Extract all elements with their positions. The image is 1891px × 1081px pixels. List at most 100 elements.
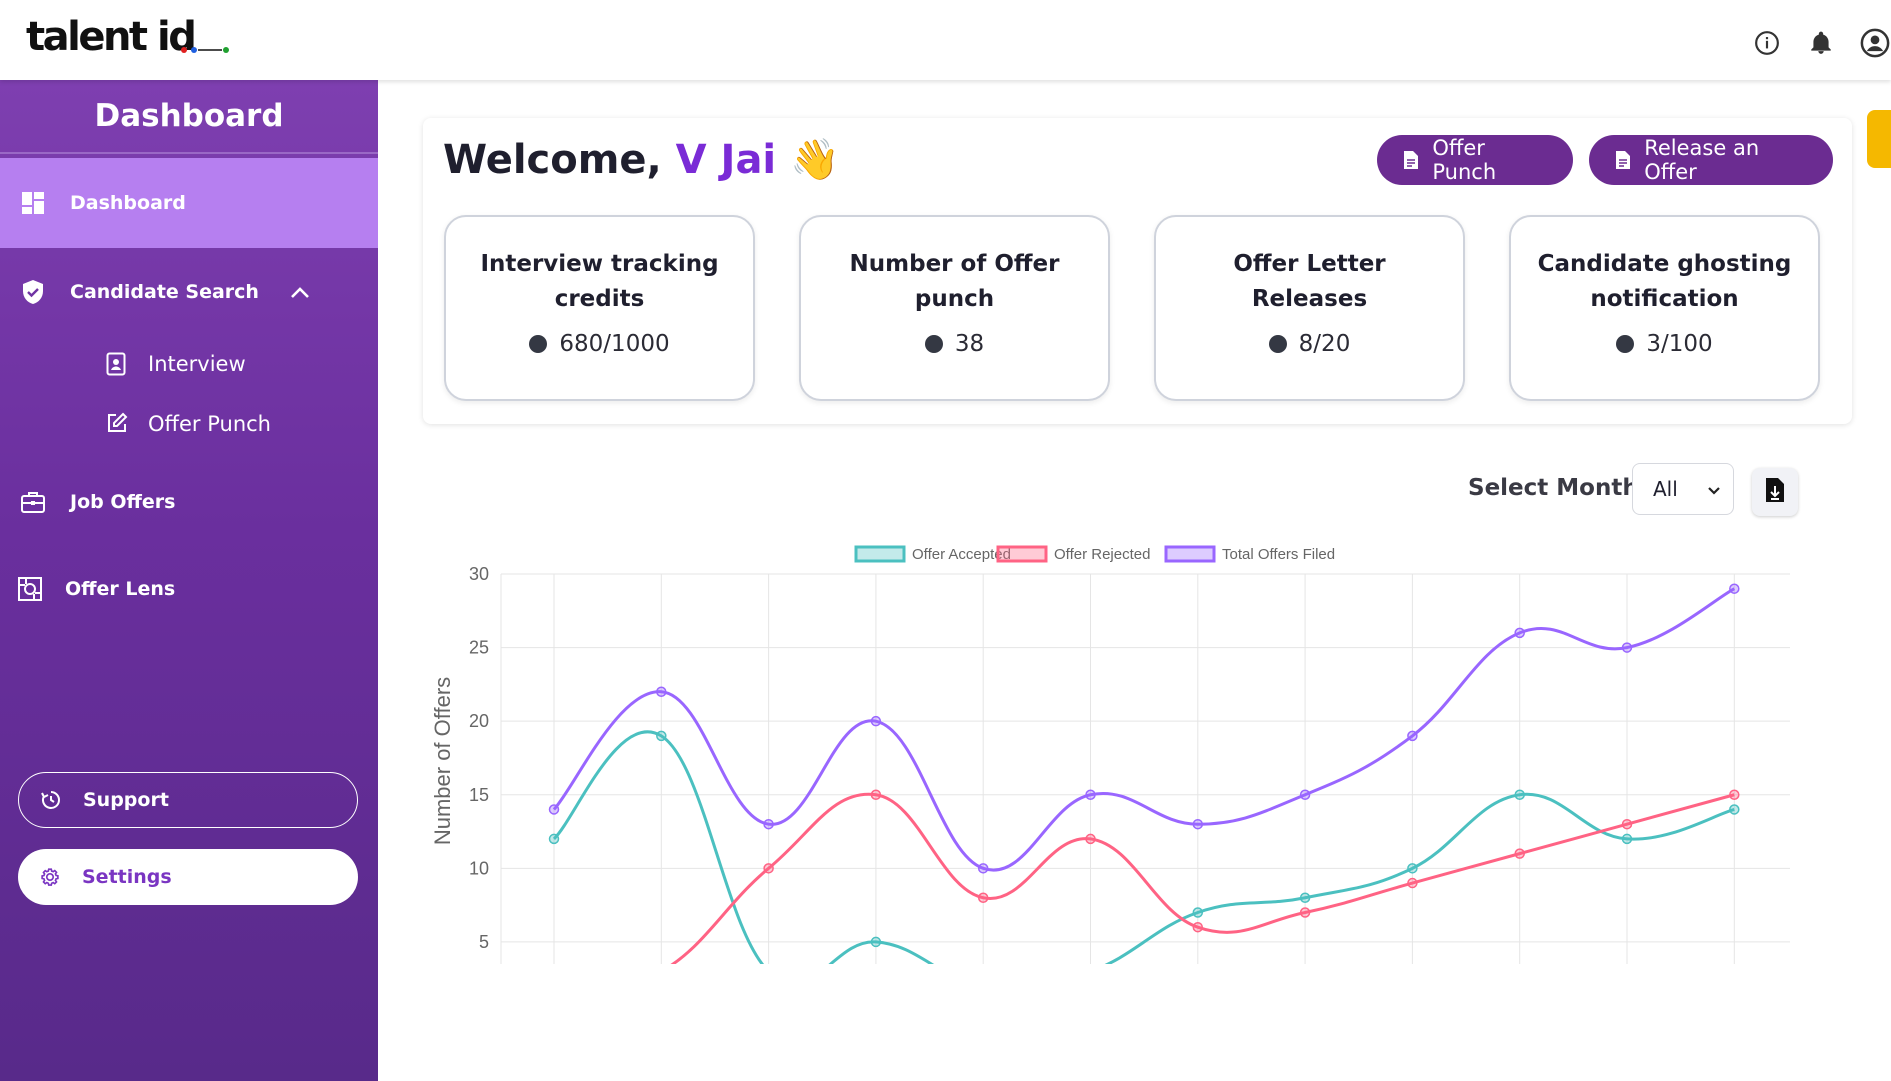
data-point bbox=[1729, 583, 1740, 594]
data-point bbox=[657, 967, 666, 976]
document-icon bbox=[1403, 150, 1420, 170]
info-icon[interactable] bbox=[1751, 27, 1783, 59]
dashboard-grid-icon bbox=[20, 190, 46, 216]
data-point bbox=[548, 833, 560, 845]
stat-card-interview-credits: Interview tracking credits 680/1000 bbox=[444, 215, 755, 401]
feedback-tab[interactable] bbox=[1867, 110, 1891, 168]
legend-swatch bbox=[854, 545, 906, 563]
data-point bbox=[1192, 907, 1204, 918]
data-point bbox=[1299, 892, 1311, 904]
month-select-value: All bbox=[1653, 477, 1678, 501]
data-point bbox=[656, 686, 667, 697]
stat-label: Number of Offer punch bbox=[849, 251, 1060, 312]
data-point bbox=[1621, 833, 1633, 845]
sidebar-item-label: Job Offers bbox=[70, 491, 176, 513]
bullet-icon bbox=[529, 335, 548, 353]
offer-punch-label: Offer Punch bbox=[1432, 136, 1497, 184]
data-point bbox=[1407, 877, 1418, 889]
logo-dots-icon bbox=[181, 47, 229, 53]
legend-swatch bbox=[996, 545, 1048, 563]
sidebar-subitem-interview[interactable]: Interview bbox=[106, 352, 246, 376]
download-button[interactable] bbox=[1752, 468, 1798, 516]
sidebar-subitem-offer-punch[interactable]: Offer Punch bbox=[106, 412, 271, 436]
legend-swatch bbox=[1164, 545, 1216, 563]
gear-icon bbox=[38, 865, 62, 889]
top-bar: talent id bbox=[0, 0, 1891, 80]
data-point bbox=[1192, 921, 1204, 933]
y-tick-label: 30 bbox=[469, 564, 489, 584]
series-line-1 bbox=[670, 792, 1735, 964]
lens-icon bbox=[17, 576, 43, 602]
settings-button[interactable]: Settings bbox=[18, 849, 358, 905]
legend-label: Total Offers Filed bbox=[1222, 546, 1335, 563]
welcome-greeting: Welcome, bbox=[443, 137, 662, 183]
stat-value: 38 bbox=[801, 331, 1108, 357]
series-line-0 bbox=[552, 730, 1735, 964]
data-point bbox=[763, 818, 774, 830]
bell-icon[interactable] bbox=[1805, 27, 1837, 59]
release-offer-button[interactable]: Release an Offer bbox=[1589, 135, 1833, 185]
sidebar-title: Dashboard bbox=[0, 80, 378, 154]
chevron-up-icon[interactable] bbox=[290, 282, 310, 304]
data-point bbox=[870, 936, 882, 948]
stat-value-text: 3/100 bbox=[1646, 331, 1713, 357]
y-tick-label: 20 bbox=[469, 711, 489, 731]
bullet-icon bbox=[924, 335, 943, 353]
stat-value: 3/100 bbox=[1511, 331, 1818, 357]
sidebar-item-label: Offer Lens bbox=[65, 578, 176, 600]
data-point bbox=[977, 863, 989, 874]
data-point bbox=[1085, 833, 1096, 845]
month-select[interactable]: All bbox=[1632, 463, 1734, 515]
data-point bbox=[1729, 789, 1740, 801]
sidebar-subitem-label: Interview bbox=[148, 352, 246, 376]
data-point bbox=[656, 730, 667, 742]
topbar-icons bbox=[1751, 26, 1891, 60]
data-point bbox=[1514, 789, 1525, 801]
y-tick-label: 5 bbox=[479, 932, 489, 952]
user-account-icon[interactable] bbox=[1859, 27, 1891, 59]
briefcase-icon bbox=[20, 489, 46, 515]
data-point bbox=[870, 789, 882, 801]
data-point bbox=[1299, 907, 1311, 918]
bullet-icon bbox=[1616, 335, 1635, 353]
release-offer-label: Release an Offer bbox=[1644, 136, 1760, 184]
sidebar-item-offer-lens[interactable]: Offer Lens bbox=[0, 569, 378, 609]
welcome-heading: Welcome, V Jai 👋 bbox=[443, 136, 840, 183]
data-point bbox=[1729, 804, 1740, 815]
file-download-icon bbox=[1765, 477, 1785, 507]
data-point bbox=[548, 804, 560, 815]
settings-label: Settings bbox=[82, 866, 172, 888]
y-tick-label: 25 bbox=[469, 638, 489, 658]
sidebar-subitem-label: Offer Punch bbox=[148, 412, 271, 436]
sidebar: Dashboard Dashboard Candidate Search Int… bbox=[0, 80, 378, 1081]
id-badge-icon bbox=[106, 352, 128, 376]
shield-check-icon bbox=[20, 279, 46, 305]
support-button[interactable]: Support bbox=[18, 772, 358, 828]
sidebar-item-candidate-search[interactable]: Candidate Search bbox=[0, 272, 378, 312]
sidebar-item-label: Candidate Search bbox=[70, 281, 259, 303]
data-point bbox=[763, 863, 774, 874]
wave-emoji-icon: 👋 bbox=[790, 137, 840, 183]
data-point bbox=[1299, 789, 1311, 801]
support-icon bbox=[39, 788, 63, 812]
data-point bbox=[1407, 863, 1418, 874]
brand-logo-text: talent id bbox=[26, 14, 197, 60]
data-point bbox=[1621, 818, 1633, 830]
plot-area bbox=[548, 583, 1740, 976]
stat-label: Candidate ghosting notification bbox=[1537, 251, 1792, 312]
offer-punch-button[interactable]: Offer Punch bbox=[1377, 135, 1573, 185]
stat-value-text: 680/1000 bbox=[559, 331, 670, 357]
stat-value: 8/20 bbox=[1156, 331, 1463, 357]
sidebar-item-dashboard[interactable]: Dashboard bbox=[0, 158, 378, 248]
brand-logo[interactable]: talent id bbox=[26, 14, 229, 60]
y-tick-label: 10 bbox=[469, 858, 489, 878]
stat-value-text: 8/20 bbox=[1298, 331, 1351, 357]
sidebar-item-job-offers[interactable]: Job Offers bbox=[0, 482, 378, 522]
stat-card-ghosting-notification: Candidate ghosting notification 3/100 bbox=[1509, 215, 1820, 401]
chevron-down-icon bbox=[1707, 477, 1721, 501]
edit-icon bbox=[106, 412, 128, 436]
data-point bbox=[1407, 730, 1418, 742]
stat-card-offer-letter-releases: Offer Letter Releases 8/20 bbox=[1154, 215, 1465, 401]
sidebar-item-label: Dashboard bbox=[70, 192, 186, 214]
series-line-2 bbox=[552, 587, 1736, 872]
